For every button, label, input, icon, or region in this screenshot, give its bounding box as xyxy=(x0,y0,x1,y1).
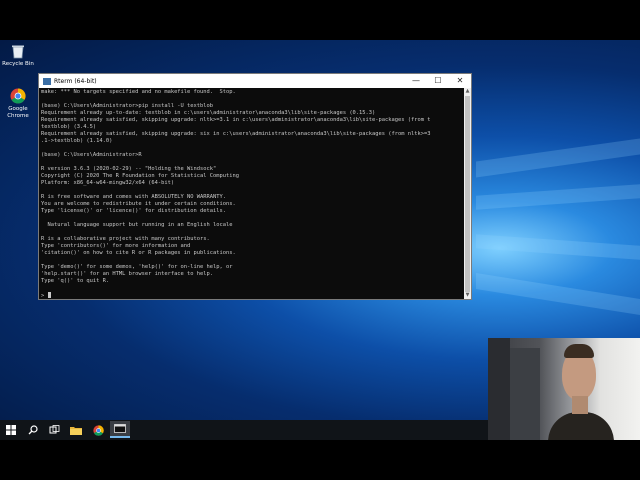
console-line: R is free software and comes with ABSOLU… xyxy=(41,194,226,200)
webcam-background-shade xyxy=(488,338,510,440)
console-line: 'help.start()' for an HTML browser inter… xyxy=(41,271,214,277)
rterm-window[interactable]: Rterm (64-bit) — ☐ ✕ make: *** No target… xyxy=(38,73,472,300)
start-button[interactable] xyxy=(4,423,18,437)
close-button[interactable]: ✕ xyxy=(449,74,471,88)
file-explorer-icon xyxy=(70,427,82,435)
recycle-bin-icon xyxy=(10,43,26,59)
console-line: .1->textblob) (1.14.0) xyxy=(41,138,113,144)
wallpaper-beam xyxy=(476,273,640,315)
console-line: Type 'contributors()' for more informati… xyxy=(41,243,191,249)
terminal-icon xyxy=(114,424,126,433)
webcam-overlay xyxy=(488,338,640,440)
wallpaper-beam xyxy=(476,184,640,210)
start-icon xyxy=(6,425,16,435)
console-output[interactable]: make: *** No targets specified and no ma… xyxy=(39,88,464,299)
webcam-person-shoulders xyxy=(548,412,614,440)
console-prompt-line[interactable]: > xyxy=(41,292,464,299)
task-view-button[interactable] xyxy=(47,423,61,437)
desktop-icon-label: Google Chrome xyxy=(7,106,29,119)
wallpaper-beam xyxy=(476,138,640,178)
desktop-icon-recycle-bin[interactable]: Recycle Bin xyxy=(0,43,36,68)
maximize-button[interactable]: ☐ xyxy=(427,74,449,88)
task-view-icon xyxy=(49,425,59,434)
window-title: Rterm (64-bit) xyxy=(54,77,97,85)
console-line: Requirement already satisfied, skipping … xyxy=(41,117,431,123)
console-line: (base) C:\Users\Administrator>R xyxy=(41,152,142,158)
taskbar-file-explorer[interactable] xyxy=(69,423,83,437)
search-icon xyxy=(28,425,38,435)
desktop-icon-label: Recycle Bin xyxy=(2,61,34,67)
console-line: make: *** No targets specified and no ma… xyxy=(41,89,236,95)
console-line: Type 'license()' or 'licence()' for dist… xyxy=(41,208,226,214)
wallpaper-beam xyxy=(476,234,640,260)
chrome-icon xyxy=(10,88,26,104)
console-line: R is a collaborative project with many c… xyxy=(41,236,210,242)
scroll-down-arrow-icon[interactable]: ▼ xyxy=(464,292,471,299)
console-line: Natural language support but running in … xyxy=(41,222,233,228)
search-button[interactable] xyxy=(26,423,40,437)
window-titlebar[interactable]: Rterm (64-bit) — ☐ ✕ xyxy=(39,74,471,88)
webcam-person-hair xyxy=(564,344,594,358)
console-line: You are welcome to redistribute it under… xyxy=(41,201,236,207)
console-line: Copyright (C) 2020 The R Foundation for … xyxy=(41,173,239,179)
scroll-up-arrow-icon[interactable]: ▲ xyxy=(464,88,471,95)
taskbar-rterm[interactable] xyxy=(110,421,130,438)
rterm-app-icon xyxy=(43,77,51,85)
console-line: Requirement already satisfied, skipping … xyxy=(41,131,431,137)
console-line: Type 'q()' to quit R. xyxy=(41,278,110,284)
webcam-person-neck xyxy=(572,396,588,414)
webcam-background-shade xyxy=(510,348,540,440)
minimize-button[interactable]: — xyxy=(405,74,427,88)
console-line: 'citation()' on how to cite R or R packa… xyxy=(41,250,236,256)
chrome-icon xyxy=(92,424,104,436)
console-line: R version 3.6.3 (2020-02-29) -- "Holding… xyxy=(41,166,217,172)
text-cursor xyxy=(47,292,51,298)
scrollbar-thumb[interactable] xyxy=(465,96,470,292)
console-line: textblob) (3.4.5) xyxy=(41,124,97,130)
console-line: Platform: x86_64-w64-mingw32/x64 (64-bit… xyxy=(41,180,175,186)
taskbar-chrome[interactable] xyxy=(91,423,105,437)
console-line: Type 'demo()' for some demos, 'help()' f… xyxy=(41,264,233,270)
desktop-icon-chrome[interactable]: Google Chrome xyxy=(0,88,36,120)
console-line: (base) C:\Users\Administrator>pip instal… xyxy=(41,103,214,109)
console-line: Requirement already up-to-date: textblob… xyxy=(41,110,376,116)
vertical-scrollbar[interactable]: ▲ ▼ xyxy=(464,88,471,299)
